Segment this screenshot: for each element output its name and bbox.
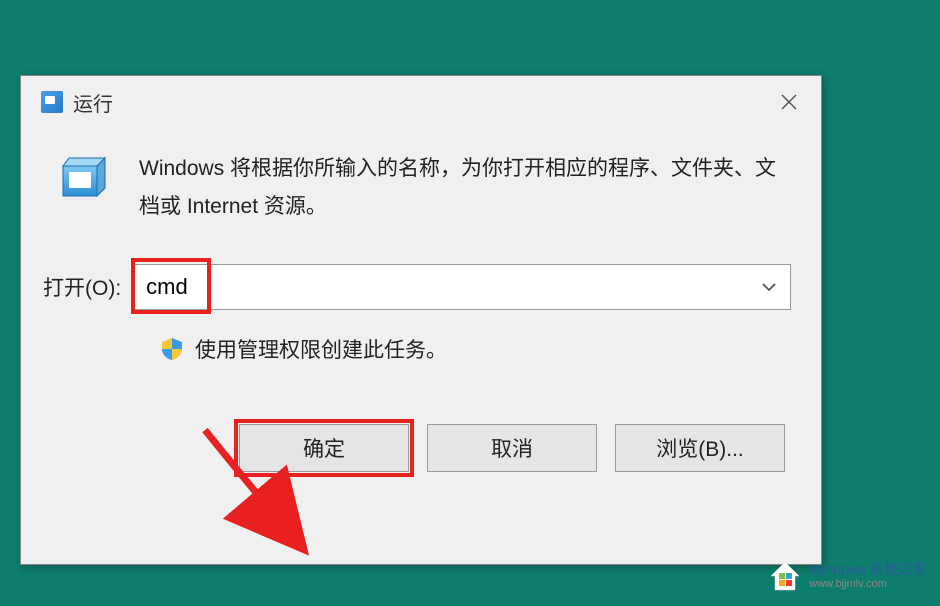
browse-button[interactable]: 浏览(B)... [615, 424, 785, 472]
input-wrapper [131, 264, 791, 310]
watermark-url: www.bjjmlv.com [809, 578, 926, 590]
dialog-title: 运行 [73, 88, 113, 117]
close-icon [779, 92, 799, 112]
command-input[interactable] [131, 264, 791, 310]
shield-icon [159, 336, 185, 362]
open-label: 打开(O): [43, 272, 121, 302]
titlebar: 运行 [21, 76, 821, 128]
run-dialog: 运行 Windows 将根据你所输 [20, 75, 822, 565]
watermark: Windows 系统之家 www.bjjmlv.com [767, 558, 926, 594]
info-row: Windows 将根据你所输入的名称，为你打开相应的程序、文件夹、文档或 Int… [51, 148, 791, 226]
watermark-title: Windows 系统之家 [809, 562, 926, 577]
cancel-button[interactable]: 取消 [427, 424, 597, 472]
admin-note: 使用管理权限创建此任务。 [195, 334, 447, 364]
run-small-icon [41, 91, 63, 113]
titlebar-left: 运行 [41, 88, 113, 117]
button-row: 确定 取消 浏览(B)... [51, 424, 791, 472]
close-button[interactable] [775, 88, 803, 116]
run-large-icon [59, 154, 115, 202]
input-row: 打开(O): [43, 264, 791, 310]
dialog-body: Windows 将根据你所输入的名称，为你打开相应的程序、文件夹、文档或 Int… [21, 128, 821, 492]
ok-button[interactable]: 确定 [239, 424, 409, 472]
admin-row: 使用管理权限创建此任务。 [159, 334, 791, 364]
dialog-description: Windows 将根据你所输入的名称，为你打开相应的程序、文件夹、文档或 Int… [139, 148, 791, 226]
watermark-text: Windows 系统之家 www.bjjmlv.com [809, 562, 926, 589]
watermark-logo-icon [767, 558, 803, 594]
